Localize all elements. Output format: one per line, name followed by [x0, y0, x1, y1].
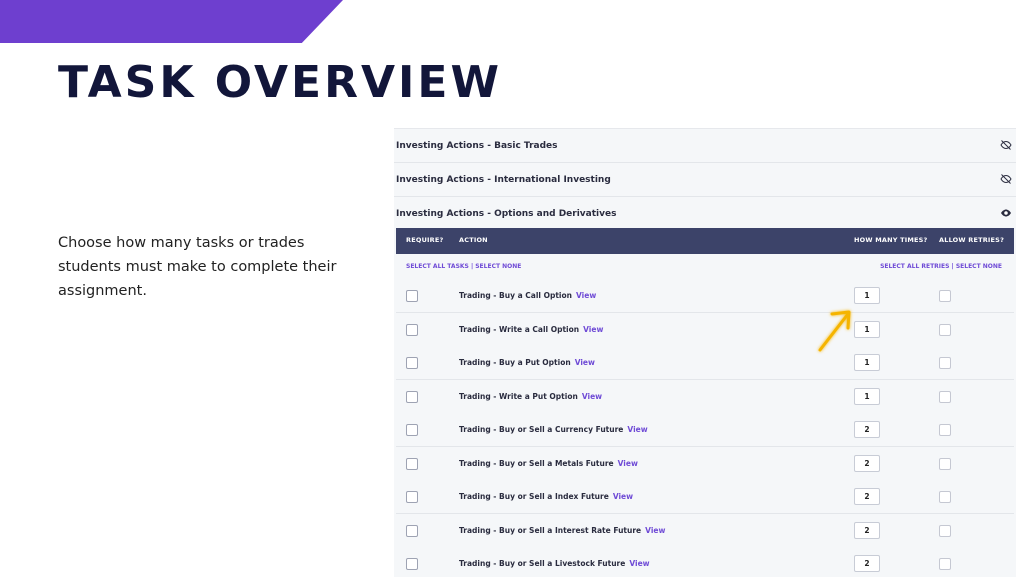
corner-accent-band	[0, 0, 343, 43]
how-many-times-input[interactable]: 1	[854, 354, 880, 371]
require-checkbox[interactable]	[406, 457, 418, 470]
require-checkbox[interactable]	[406, 390, 418, 403]
how-many-times-input[interactable]: 2	[854, 488, 880, 505]
action-text: Trading - Buy a Call Option	[459, 291, 572, 300]
select-all-tasks-link[interactable]: SELECT ALL TASKS | SELECT NONE	[406, 263, 521, 270]
allow-retries-checkbox[interactable]	[939, 424, 951, 436]
table-row: Trading - Buy or Sell a Metals Future Vie…	[396, 446, 1014, 481]
how-many-times-input[interactable]: 2	[854, 555, 880, 572]
view-link[interactable]: View	[627, 425, 647, 434]
allow-retries-checkbox[interactable]	[939, 323, 951, 336]
allow-retries-checkbox[interactable]	[939, 390, 951, 403]
action-text: Trading - Buy a Put Option	[459, 358, 571, 367]
action-text: Trading - Buy or Sell a Index Future	[459, 492, 609, 501]
action-label: Trading - Buy or Sell a Livestock Future…	[459, 559, 650, 568]
how-many-times-input[interactable]: 1	[854, 287, 880, 304]
allow-retries-checkbox[interactable]	[939, 290, 951, 302]
require-checkbox[interactable]	[406, 558, 418, 570]
require-checkbox[interactable]	[406, 491, 418, 503]
table-row: Trading - Write a Put Option View 1	[396, 379, 1014, 414]
section-international-investing[interactable]: Investing Actions - International Invest…	[394, 163, 1016, 197]
require-checkbox[interactable]	[406, 357, 418, 369]
table-header: REQUIRE? ACTION HOW MANY TIMES? ALLOW RE…	[396, 228, 1014, 254]
eye-icon[interactable]	[1000, 207, 1012, 219]
action-text: Trading - Write a Call Option	[459, 324, 580, 334]
view-link[interactable]: View	[629, 559, 649, 568]
action-label: Trading - Buy or Sell a Interest Rate Fu…	[459, 526, 665, 535]
header-times: HOW MANY TIMES?	[854, 236, 928, 244]
how-many-times-input[interactable]: 2	[854, 421, 880, 438]
pointer-arrow-icon	[818, 310, 851, 352]
view-link[interactable]: View	[575, 358, 595, 367]
action-label: Trading - Buy a Put Option View	[459, 358, 595, 367]
view-link[interactable]: View	[582, 392, 602, 401]
require-checkbox[interactable]	[406, 524, 418, 537]
allow-retries-checkbox[interactable]	[939, 491, 951, 503]
allow-retries-checkbox[interactable]	[939, 457, 951, 470]
section-label: Investing Actions - International Invest…	[396, 174, 611, 185]
view-link[interactable]: View	[576, 291, 596, 300]
table-row: Trading - Buy or Sell a Index Future View…	[396, 480, 1014, 514]
allow-retries-checkbox[interactable]	[939, 558, 951, 570]
select-bar: SELECT ALL TASKS | SELECT NONE SELECT AL…	[396, 254, 1014, 280]
section-label: Investing Actions - Basic Trades	[396, 140, 558, 151]
table-row: Trading - Buy a Call Option View 1	[396, 279, 1014, 313]
eye-slash-icon[interactable]	[1000, 173, 1012, 185]
view-link[interactable]: View	[618, 459, 638, 468]
require-checkbox[interactable]	[406, 323, 418, 336]
slide-title: TASK OVERVIEW	[58, 57, 502, 108]
section-options-derivatives[interactable]: Investing Actions - Options and Derivati…	[394, 197, 1016, 230]
action-label: Trading - Buy or Sell a Currency Future V…	[459, 425, 648, 434]
header-require: REQUIRE?	[406, 236, 444, 244]
action-text: Trading - Buy or Sell a Currency Future	[459, 425, 624, 434]
how-many-times-input[interactable]: 2	[854, 521, 880, 539]
view-link[interactable]: View	[613, 492, 633, 501]
table-row: Trading - Buy or Sell a Interest Rate Fu…	[396, 513, 1014, 548]
require-checkbox[interactable]	[406, 290, 418, 302]
slide-description: Choose how many tasks or trades students…	[58, 235, 337, 299]
table-row: Trading - Write a Call Option View 1	[396, 312, 1014, 347]
action-label: Trading - Write a Call Option View	[459, 325, 603, 334]
view-link[interactable]: View	[645, 526, 665, 535]
allow-retries-checkbox[interactable]	[939, 357, 951, 369]
require-checkbox[interactable]	[406, 424, 418, 436]
section-label: Investing Actions - Options and Derivati…	[396, 208, 617, 219]
action-label: Trading - Buy a Call Option View	[459, 291, 596, 300]
action-label: Trading - Buy or Sell a Index Future View	[459, 492, 633, 501]
action-text: Trading - Buy or Sell a Metals Future	[459, 458, 614, 468]
select-all-retries-link[interactable]: SELECT ALL RETRIES | SELECT NONE	[880, 263, 1002, 270]
action-label: Trading - Write a Put Option View	[459, 392, 602, 401]
table-row: Trading - Buy a Put Option View 1	[396, 346, 1014, 380]
action-text: Trading - Buy or Sell a Livestock Future	[459, 559, 626, 568]
action-text: Trading - Buy or Sell a Interest Rate Fu…	[459, 525, 642, 535]
table-row: Trading - Buy or Sell a Currency Future V…	[396, 413, 1014, 447]
allow-retries-checkbox[interactable]	[939, 524, 951, 537]
how-many-times-input[interactable]: 1	[854, 387, 880, 405]
how-many-times-input[interactable]: 2	[854, 454, 880, 472]
eye-slash-icon[interactable]	[1000, 139, 1012, 151]
view-link[interactable]: View	[583, 325, 603, 334]
table-row: Trading - Buy or Sell a Livestock Future…	[396, 547, 1014, 577]
header-action: ACTION	[459, 236, 488, 244]
action-text: Trading - Write a Put Option	[459, 391, 578, 401]
action-label: Trading - Buy or Sell a Metals Future Vie…	[459, 459, 638, 468]
header-retries: ALLOW RETRIES?	[939, 236, 1005, 244]
section-basic-trades[interactable]: Investing Actions - Basic Trades	[394, 129, 1016, 163]
task-panel: Investing Actions - Basic Trades Investi…	[394, 128, 1016, 577]
